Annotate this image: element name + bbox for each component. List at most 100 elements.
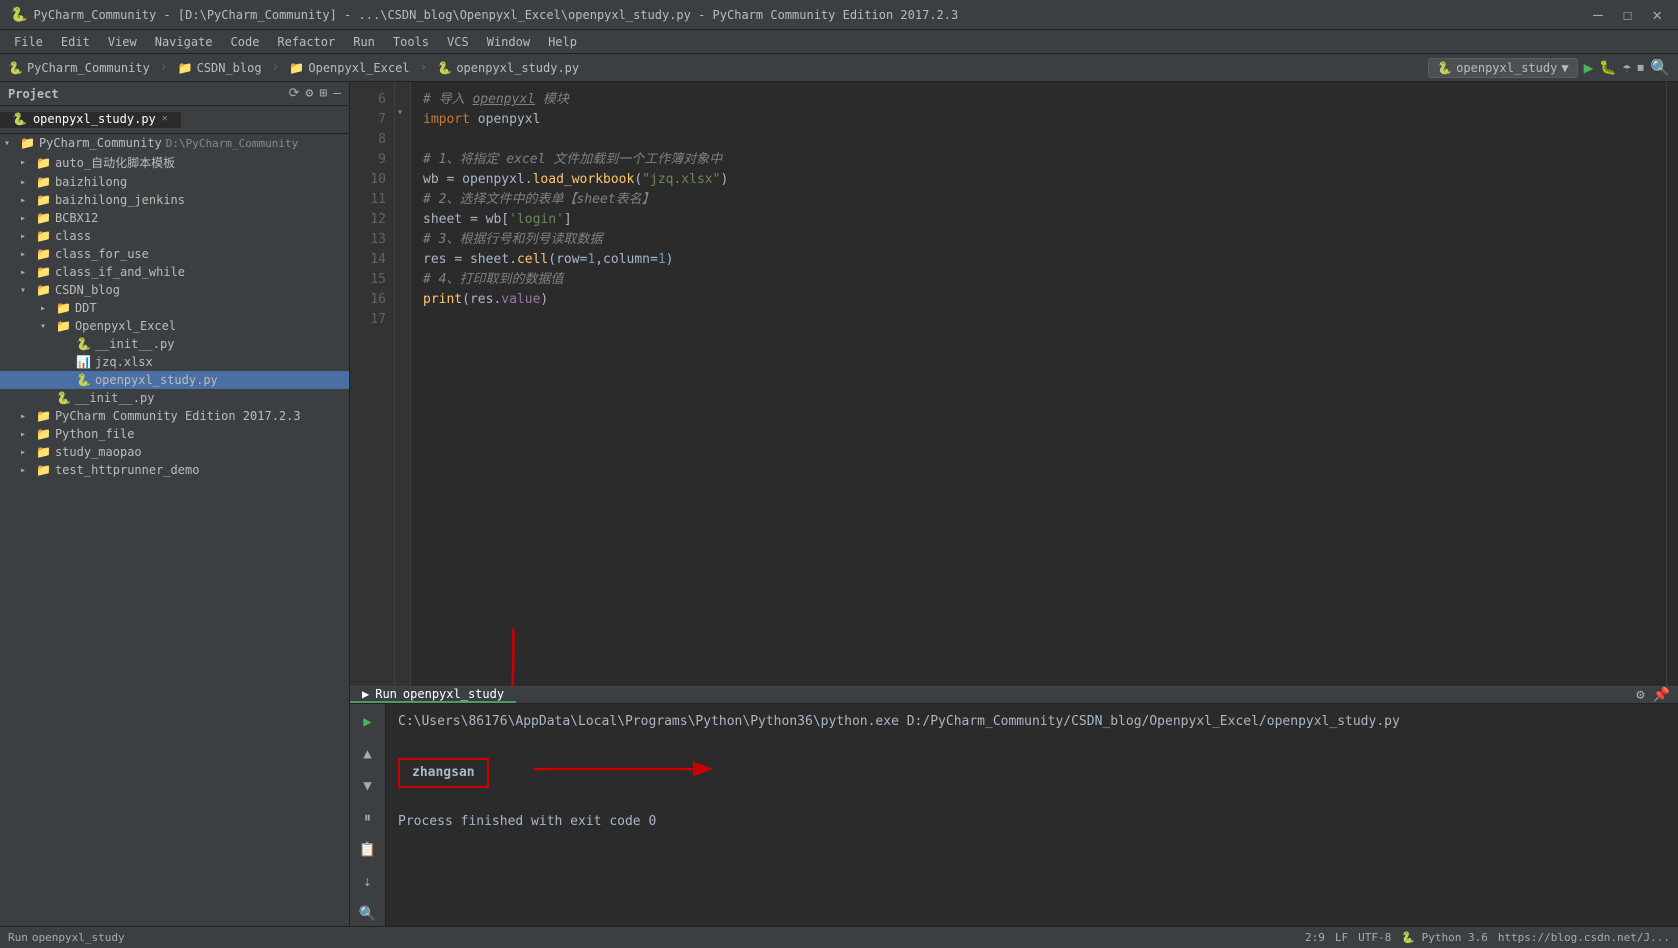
panel-icon-expand[interactable]: ⊞	[319, 86, 327, 101]
run-rerun-button[interactable]: ▶	[359, 710, 375, 734]
menu-window[interactable]: Window	[479, 33, 538, 51]
panel-icon-close[interactable]: —	[333, 86, 341, 101]
run-scroll-button[interactable]: ⇣	[359, 870, 375, 894]
coverage-button[interactable]: ☂	[1623, 60, 1631, 76]
nav-sep-3: ›	[420, 60, 428, 75]
run-filter-button[interactable]: 🔍	[355, 902, 380, 926]
fold-btn-13[interactable]	[395, 222, 410, 242]
menu-code[interactable]: Code	[223, 33, 268, 51]
run-down-button[interactable]: ▼	[359, 774, 375, 798]
editor-scrollbar[interactable]	[1666, 82, 1678, 686]
tree-item-csdn-blog[interactable]: 📁 CSDN_blog	[0, 281, 349, 299]
fold-btn-11[interactable]	[395, 182, 410, 202]
status-cursor-pos: 2:9	[1305, 931, 1325, 944]
code-line-12: sheet = wb['login']	[423, 210, 1666, 230]
tree-item-baizhilong-jenkins[interactable]: 📁 baizhilong_jenkins	[0, 191, 349, 209]
bottom-pin-icon[interactable]: 📌	[1653, 687, 1670, 703]
fold-btn-10[interactable]	[395, 162, 410, 182]
code-line-16: print(res.value)	[423, 290, 1666, 310]
line-num-7: 7	[350, 110, 394, 130]
panel-header-icons: ⟳ ⚙ ⊞ —	[289, 86, 341, 101]
panel-icon-sync[interactable]: ⟳	[289, 86, 300, 101]
run-dump-button[interactable]: 📋	[355, 838, 380, 862]
tree-item-test-httprunner[interactable]: 📁 test_httprunner_demo	[0, 461, 349, 479]
minimize-button[interactable]: —	[1587, 5, 1609, 24]
tree-item-pycharm-edition[interactable]: 📁 PyCharm Community Edition 2017.2.3	[0, 407, 349, 425]
fold-btn-16[interactable]	[395, 282, 410, 302]
tree-item-ddt[interactable]: 📁 DDT	[0, 299, 349, 317]
tree-item-openpyxl-study[interactable]: 🐍 openpyxl_study.py	[0, 371, 349, 389]
tree-label-csdn-blog: CSDN_blog	[55, 283, 120, 297]
tree-item-python-file[interactable]: 📁 Python_file	[0, 425, 349, 443]
tree-arrow-auto	[20, 157, 36, 168]
code-lines[interactable]: # 导入 openpyxl 模块 import openpyxl # 1、将指定…	[411, 82, 1666, 686]
bottom-settings-icon[interactable]: ⚙	[1636, 687, 1644, 703]
tree-label-ddt: DDT	[75, 301, 97, 315]
menu-view[interactable]: View	[100, 33, 145, 51]
run-up-button[interactable]: ▲	[359, 742, 375, 766]
tab-close-button[interactable]: ✕	[162, 113, 168, 124]
bottom-panel-icons: ⚙ 📌	[1636, 687, 1678, 703]
menu-help[interactable]: Help	[540, 33, 585, 51]
fold-btn-9[interactable]	[395, 142, 410, 162]
tree-item-root[interactable]: 📁 PyCharm_Community D:\PyCharm_Community	[0, 134, 349, 152]
search-everywhere-button[interactable]: 🔍	[1650, 58, 1670, 77]
fold-btn-17[interactable]	[395, 302, 410, 322]
tree-item-auto[interactable]: 📁 auto_自动化脚本模板	[0, 152, 349, 173]
menu-vcs[interactable]: VCS	[439, 33, 477, 51]
tree-folder-icon-ddt: 📁	[56, 301, 71, 315]
maximize-button[interactable]: ☐	[1617, 5, 1639, 24]
tree-item-class-if-and-while[interactable]: 📁 class_if_and_while	[0, 263, 349, 281]
tree-item-study-maopao[interactable]: 📁 study_maopao	[0, 443, 349, 461]
menu-bar: File Edit View Navigate Code Refactor Ru…	[0, 30, 1678, 54]
nav-pycharm-community[interactable]: 🐍 PyCharm_Community	[8, 61, 150, 75]
project-panel-title: Project	[8, 87, 59, 101]
fold-btn-7[interactable]: ▾	[395, 102, 410, 122]
fold-btn-14[interactable]	[395, 242, 410, 262]
tree-item-jzq-xlsx[interactable]: 📊 jzq.xlsx	[0, 353, 349, 371]
menu-run[interactable]: Run	[345, 33, 383, 51]
fold-btn-15[interactable]	[395, 262, 410, 282]
run-config-label: openpyxl_study	[1456, 61, 1557, 75]
tree-item-init-py2[interactable]: 🐍 __init__.py	[0, 389, 349, 407]
nav-csdn-blog[interactable]: 📁 CSDN_blog	[178, 61, 262, 75]
menu-edit[interactable]: Edit	[53, 33, 98, 51]
project-sidebar: Project ⟳ ⚙ ⊞ — 🐍 openpyxl_study.py ✕	[0, 82, 350, 926]
tree-folder-icon-root: 📁	[20, 136, 35, 150]
fold-btn-12[interactable]	[395, 202, 410, 222]
fold-btn-6[interactable]	[395, 82, 410, 102]
menu-refactor[interactable]: Refactor	[269, 33, 343, 51]
line-num-6: 6	[350, 90, 394, 110]
tab-icon: 🐍	[12, 112, 27, 126]
fold-btn-8[interactable]	[395, 122, 410, 142]
tree-item-class-for-use[interactable]: 📁 class_for_use	[0, 245, 349, 263]
line-num-15: 15	[350, 270, 394, 290]
tree-label-openpyxl-study: openpyxl_study.py	[95, 373, 218, 387]
run-pause-button[interactable]: ⏸	[360, 806, 375, 830]
close-button[interactable]: ✕	[1646, 5, 1668, 24]
study-py-icon: 🐍	[437, 61, 452, 75]
tree-item-baizhilong[interactable]: 📁 baizhilong	[0, 173, 349, 191]
nav-study-py[interactable]: 🐍 openpyxl_study.py	[437, 61, 579, 75]
code-editor[interactable]: 6 7 8 9 10 11 12 13 14 15 16 17 ▾	[350, 82, 1678, 686]
debug-button[interactable]: 🐛	[1599, 60, 1616, 76]
menu-navigate[interactable]: Navigate	[147, 33, 221, 51]
menu-file[interactable]: File	[6, 33, 51, 51]
run-command: C:\Users\86176\AppData\Local\Programs\Py…	[398, 712, 1666, 733]
tree-arrow-python-file	[20, 429, 36, 440]
bottom-tab-bar: ▶ Run openpyxl_study ⚙ 📌	[350, 687, 1678, 704]
stop-button[interactable]: ⏹	[1637, 60, 1644, 76]
tree-item-openpyxl-excel[interactable]: 📁 Openpyxl_Excel	[0, 317, 349, 335]
menu-tools[interactable]: Tools	[385, 33, 437, 51]
tree-item-class[interactable]: 📁 class	[0, 227, 349, 245]
tree-item-bcbx12[interactable]: 📁 BCBX12	[0, 209, 349, 227]
run-panel-content: ▶ ▲ ▼ ⏸ 📋 ⇣ 🔍 ✕ ✕ ? C:\Users\86176\AppDa…	[350, 704, 1678, 926]
tab-openpyxl-study[interactable]: 🐍 openpyxl_study.py ✕	[0, 112, 181, 128]
tree-item-init-py1[interactable]: 🐍 __init__.py	[0, 335, 349, 353]
run-button[interactable]: ▶	[1584, 58, 1594, 77]
nav-openpyxl-excel[interactable]: 📁 Openpyxl_Excel	[289, 61, 409, 75]
tree-folder-icon-python-file: 📁	[36, 427, 51, 441]
run-config-box[interactable]: 🐍 openpyxl_study ▼	[1428, 58, 1577, 78]
bottom-tab-run[interactable]: ▶ Run openpyxl_study	[350, 687, 516, 703]
panel-icon-gear[interactable]: ⚙	[306, 86, 314, 101]
